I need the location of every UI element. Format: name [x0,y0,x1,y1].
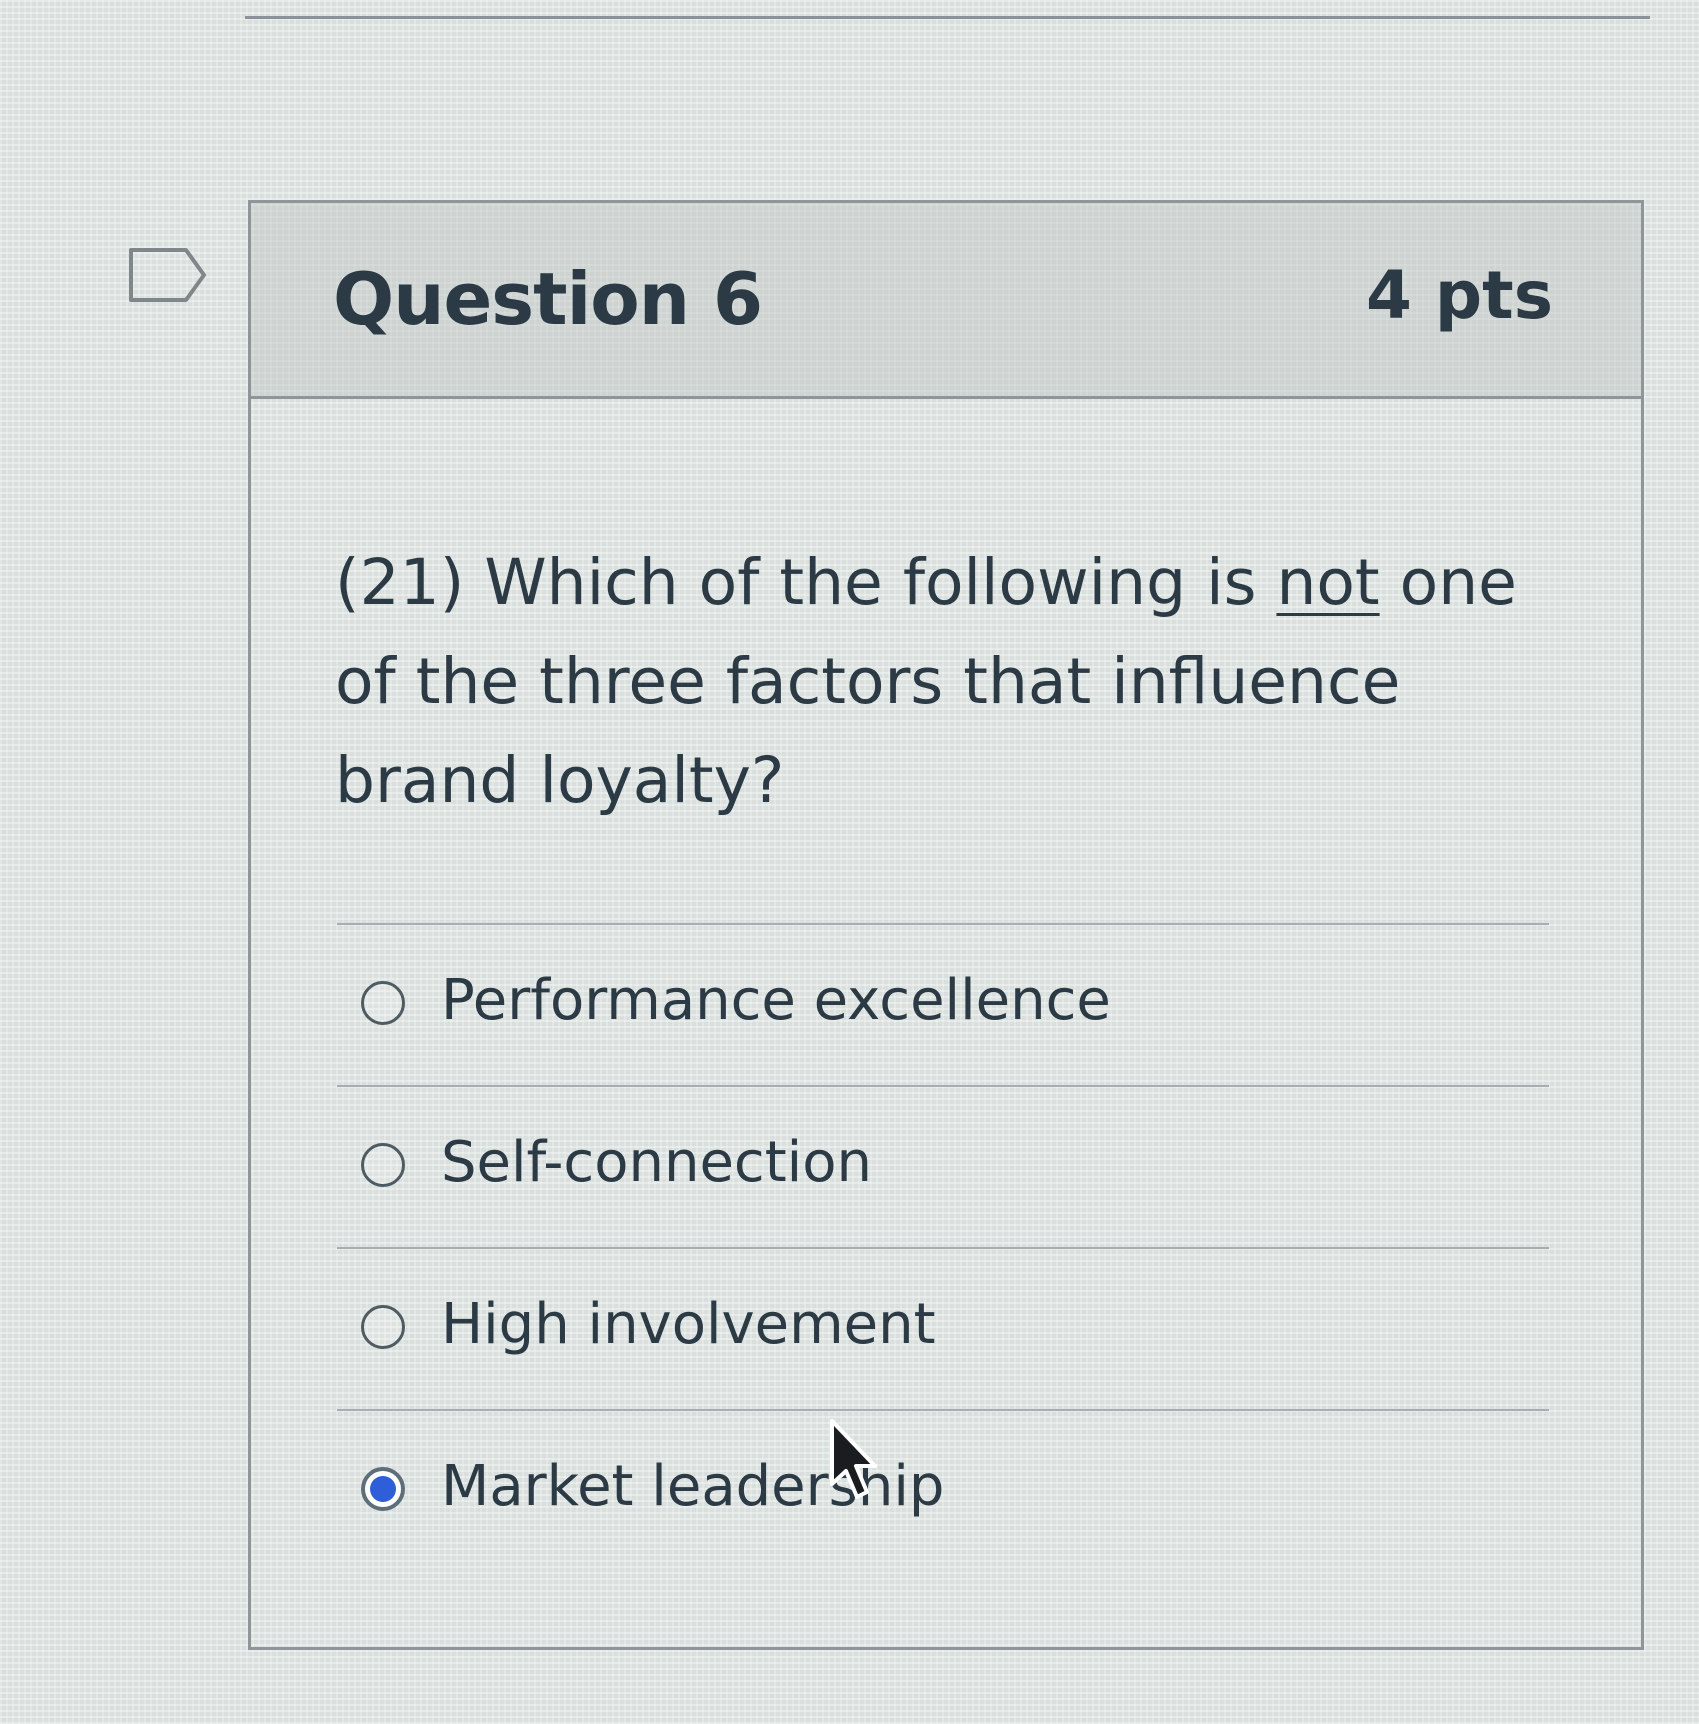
question-title: Question 6 [333,257,763,341]
radio-button-selected[interactable] [361,1467,405,1511]
answer-option[interactable]: Self-connection [337,1085,1549,1247]
answer-label[interactable]: Performance excellence [441,967,1111,1034]
answer-label[interactable]: Self-connection [441,1129,872,1196]
question-points: 4 pts [1366,257,1553,334]
question-text-start: (21) Which of the following is [335,546,1277,619]
radio-button[interactable] [361,981,405,1025]
question-text: (21) Which of the following is not one o… [335,533,1575,830]
mouse-pointer-icon [830,1419,877,1499]
question-card: Question 6 4 pts (21) Which of the follo… [248,200,1644,1650]
answer-option[interactable]: High involvement [337,1247,1549,1409]
answer-list: Performance excellence Self-connection H… [337,923,1549,1571]
flag-question-icon[interactable] [128,247,208,303]
answer-label[interactable]: High involvement [441,1291,936,1358]
question-text-emphasis: not [1276,546,1380,619]
answer-option[interactable]: Performance excellence [337,923,1549,1085]
question-header: Question 6 4 pts [251,203,1641,399]
radio-button[interactable] [361,1143,405,1187]
top-divider [245,16,1650,19]
radio-button[interactable] [361,1305,405,1349]
answer-option-selected[interactable]: Market leadership [337,1409,1549,1571]
